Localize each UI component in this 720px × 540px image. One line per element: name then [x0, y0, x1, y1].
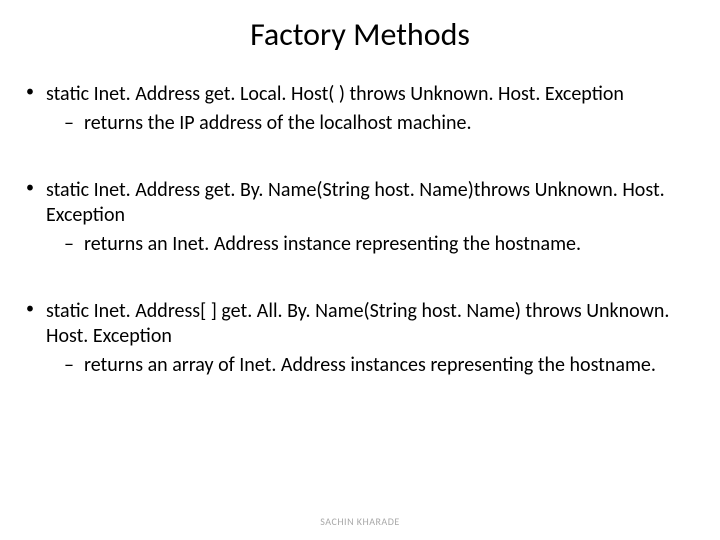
sub-list: returns the IP address of the localhost … — [46, 111, 700, 136]
sub-list: returns an Inet. Address instance repres… — [46, 232, 700, 257]
sub-list: returns an array of Inet. Address instan… — [46, 353, 700, 378]
method-signature: static Inet. Address get. Local. Host( )… — [46, 82, 700, 107]
list-item: static Inet. Address get. By. Name(Strin… — [26, 178, 700, 257]
list-item: static Inet. Address[ ] get. All. By. Na… — [26, 299, 700, 378]
slide-title: Factory Methods — [20, 15, 700, 54]
method-list: static Inet. Address get. Local. Host( )… — [20, 82, 700, 378]
footer-author: SACHIN KHARADE — [0, 515, 720, 528]
list-item: static Inet. Address get. Local. Host( )… — [26, 82, 700, 136]
method-description: returns the IP address of the localhost … — [64, 111, 700, 136]
method-signature: static Inet. Address[ ] get. All. By. Na… — [46, 299, 700, 349]
method-description: returns an Inet. Address instance repres… — [64, 232, 700, 257]
method-description: returns an array of Inet. Address instan… — [64, 353, 700, 378]
method-signature: static Inet. Address get. By. Name(Strin… — [46, 178, 700, 228]
